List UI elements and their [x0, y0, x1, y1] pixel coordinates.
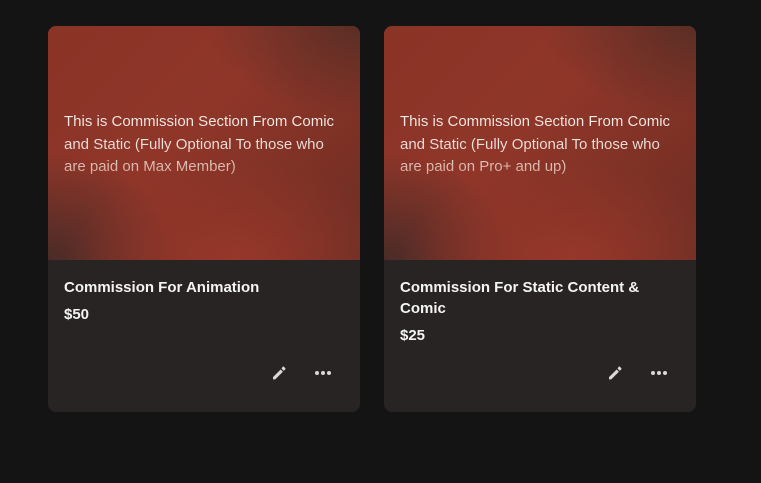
- commission-card-static-comic[interactable]: This is Commission Section From Comic an…: [384, 26, 696, 412]
- card-body: Commission For Static Content & Comic $2…: [384, 260, 696, 346]
- ellipsis-icon: [651, 371, 667, 375]
- card-title: Commission For Static Content & Comic: [400, 279, 640, 317]
- more-options-button[interactable]: [646, 360, 672, 386]
- card-cover: This is Commission Section From Comic an…: [384, 26, 696, 260]
- card-title: Commission For Animation: [64, 279, 260, 296]
- commission-card-grid: This is Commission Section From Comic an…: [48, 26, 696, 412]
- pencil-icon: [273, 366, 286, 380]
- edit-button[interactable]: [266, 360, 292, 386]
- card-cover: This is Commission Section From Comic an…: [48, 26, 360, 260]
- ellipsis-icon: [315, 371, 331, 375]
- card-actions: [266, 360, 336, 386]
- card-actions: [602, 360, 672, 386]
- card-cover-text: This is Commission Section From Comic an…: [400, 111, 680, 179]
- more-options-button[interactable]: [310, 360, 336, 386]
- pencil-icon: [609, 366, 622, 380]
- card-cover-text: This is Commission Section From Comic an…: [64, 111, 344, 179]
- card-price: $50: [64, 306, 90, 323]
- card-price: $25: [400, 327, 426, 344]
- edit-button[interactable]: [602, 360, 628, 386]
- commission-card-animation[interactable]: This is Commission Section From Comic an…: [48, 26, 360, 412]
- card-body: Commission For Animation $50: [48, 260, 360, 325]
